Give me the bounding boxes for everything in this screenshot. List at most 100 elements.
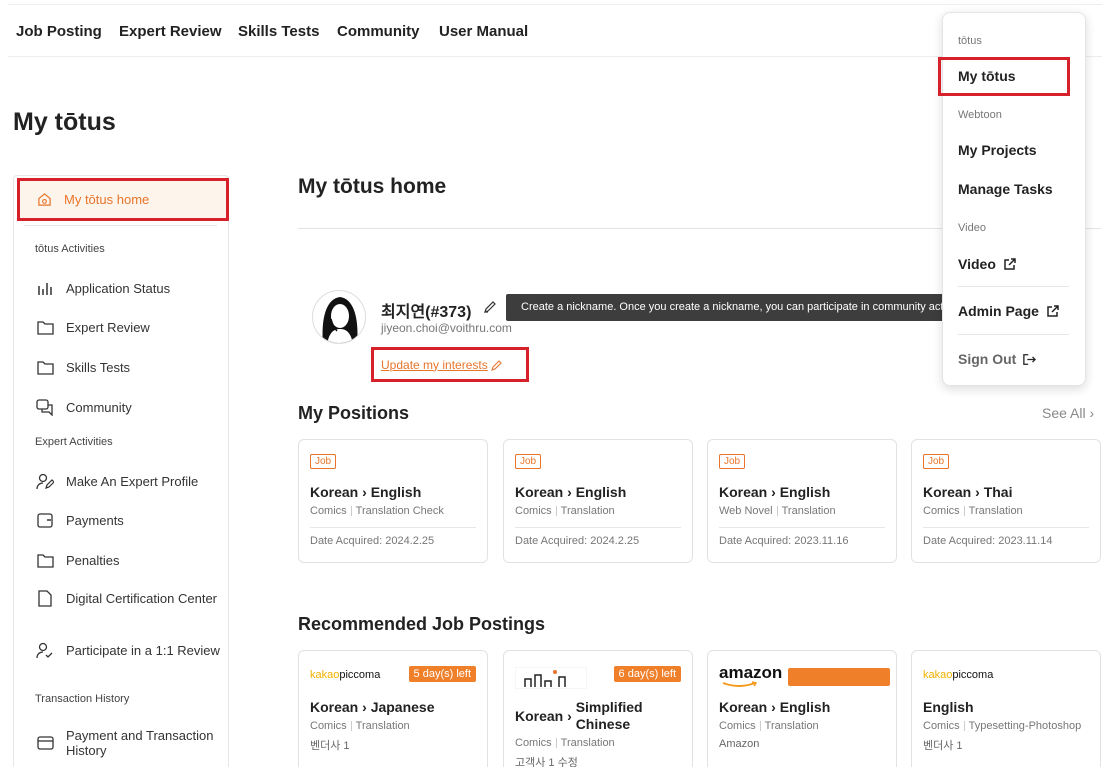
job-badge: Job xyxy=(923,454,950,469)
sidebar-section-transaction-history: Transaction History xyxy=(35,693,130,705)
menu-item-video-label: Video xyxy=(958,256,996,272)
user-name: 최지연(#373) xyxy=(381,304,472,321)
menu-item-video[interactable]: Video xyxy=(958,256,1016,272)
client-logo xyxy=(514,666,588,692)
sidebar-item-make-expert-profile[interactable]: Make An Expert Profile xyxy=(36,472,221,490)
position-meta: Comics Translation Check xyxy=(310,505,444,517)
main-title: My tōtus home xyxy=(298,175,447,198)
dropdown-divider xyxy=(958,334,1069,335)
kakaopiccoma-logo: kakaopiccoma xyxy=(923,669,994,681)
sidebar: My tōtus home tōtus Activities Applicati… xyxy=(13,175,229,767)
job-posting-card[interactable]: 6 day(s) left Korean › Simplified Chines… xyxy=(503,650,693,767)
nav-expert-review[interactable]: Expert Review xyxy=(119,23,222,40)
user-edit-icon xyxy=(36,472,54,490)
sidebar-item-label: Digital Certification Center xyxy=(66,590,218,606)
see-all-link[interactable]: See All › xyxy=(1042,405,1094,421)
sidebar-item-payment-history[interactable]: Payment and Transaction History xyxy=(36,728,221,758)
language-pair: Korean › Japanese xyxy=(310,699,435,715)
days-left-badge: 5 day(s) left xyxy=(408,666,476,682)
date-acquired: Date Acquired: 2024.2.25 xyxy=(310,535,435,547)
position-meta: Comics Translation xyxy=(515,505,615,517)
position-card[interactable]: Job Korean › English Comics Translation C… xyxy=(298,439,488,563)
menu-item-manage-tasks[interactable]: Manage Tasks xyxy=(958,181,1053,197)
sidebar-item-one-on-one-review[interactable]: Participate in a 1:1 Review xyxy=(36,641,221,659)
kakaopiccoma-logo: kakaopiccoma xyxy=(310,669,381,681)
menu-item-admin-label: Admin Page xyxy=(958,303,1039,319)
client-name: 벤더사 1 xyxy=(923,740,963,752)
top-navigation: Job Posting Expert Review Skills Tests C… xyxy=(8,4,1102,57)
pencil-icon[interactable] xyxy=(483,300,497,314)
sidebar-home-label: My tōtus home xyxy=(64,192,150,207)
chevron-right-icon: › xyxy=(567,484,572,500)
dropdown-section-video: Video xyxy=(958,222,986,234)
position-card[interactable]: Job Korean › English Comics Translation D… xyxy=(503,439,693,563)
date-acquired: Date Acquired: 2023.11.16 xyxy=(719,535,849,547)
chevron-right-icon: › xyxy=(975,484,980,500)
language-pair: Korean › English xyxy=(515,484,627,500)
language-pair: Korean › Thai xyxy=(923,484,1013,500)
sign-out-icon xyxy=(1023,353,1037,366)
wallet-icon xyxy=(36,511,54,529)
sidebar-item-payments[interactable]: Payments xyxy=(36,511,221,529)
menu-item-my-totus[interactable]: My tōtus xyxy=(958,68,1016,84)
nav-community[interactable]: Community xyxy=(337,23,420,40)
client-name: 고객사 1 수정 xyxy=(515,757,578,767)
card-divider xyxy=(515,527,681,528)
position-meta: Comics Translation xyxy=(923,505,1023,517)
avatar[interactable] xyxy=(312,290,366,344)
sidebar-item-skills-tests[interactable]: Skills Tests xyxy=(36,358,221,376)
menu-item-sign-out[interactable]: Sign Out xyxy=(958,351,1037,367)
folder-icon xyxy=(36,358,54,376)
chevron-right-icon: › xyxy=(1089,405,1095,421)
user-check-icon xyxy=(36,641,54,659)
pencil-icon xyxy=(490,359,503,371)
posting-meta: Comics Typesetting-Photoshop xyxy=(923,720,1082,732)
sidebar-item-application-status[interactable]: Application Status xyxy=(36,279,221,297)
dropdown-section-totus: tōtus xyxy=(958,35,982,47)
external-link-icon xyxy=(1003,257,1016,271)
page-title: My tōtus xyxy=(13,108,116,136)
sidebar-item-home[interactable]: My tōtus home xyxy=(17,178,229,221)
user-email: jiyeon.choi@voithru.com xyxy=(381,321,512,335)
nav-user-manual[interactable]: User Manual xyxy=(439,23,528,40)
job-posting-card[interactable]: kakaopiccoma English Comics Typesetting-P… xyxy=(911,650,1101,767)
chevron-right-icon: › xyxy=(771,699,776,715)
card-divider xyxy=(719,527,885,528)
days-left-badge: 6 day(s) left xyxy=(613,666,681,682)
sidebar-item-label: Community xyxy=(66,399,132,415)
chevron-right-icon: › xyxy=(362,484,367,500)
folder-icon xyxy=(36,318,54,336)
card-icon xyxy=(36,734,54,752)
menu-item-my-projects[interactable]: My Projects xyxy=(958,142,1037,158)
sidebar-section-totus-activities: tōtus Activities xyxy=(35,243,105,255)
days-left-badge xyxy=(788,668,890,686)
nav-skills-tests[interactable]: Skills Tests xyxy=(238,23,319,40)
menu-item-admin-page[interactable]: Admin Page xyxy=(958,303,1059,319)
folder-icon xyxy=(36,551,54,569)
update-interests-label: Update my interests xyxy=(381,357,488,372)
sidebar-item-penalties[interactable]: Penalties xyxy=(36,551,221,569)
date-acquired: Date Acquired: 2023.11.14 xyxy=(923,535,1053,547)
sidebar-item-label: Payment and Transaction History xyxy=(66,728,214,758)
sidebar-item-expert-review[interactable]: Expert Review xyxy=(36,318,221,336)
sidebar-item-digital-certification[interactable]: Digital Certification Center xyxy=(36,589,221,607)
job-badge: Job xyxy=(719,454,746,469)
card-divider xyxy=(310,527,476,528)
job-badge: Job xyxy=(515,454,542,469)
sidebar-item-label: Participate in a 1:1 Review xyxy=(66,642,220,658)
sidebar-item-label: Payments xyxy=(66,512,124,528)
language-pair: Korean › Simplified Chinese xyxy=(515,699,643,732)
date-acquired: Date Acquired: 2024.2.25 xyxy=(515,535,640,547)
position-card[interactable]: Job Korean › English Web Novel Translatio… xyxy=(707,439,897,563)
amazon-logo: amazon xyxy=(719,663,782,687)
document-icon xyxy=(36,589,54,607)
update-interests-link[interactable]: Update my interests xyxy=(371,347,529,382)
position-meta: Web Novel Translation xyxy=(719,505,836,517)
position-card[interactable]: Job Korean › Thai Comics Translation Date… xyxy=(911,439,1101,563)
job-posting-card[interactable]: amazon Korean › English Comics Translatio… xyxy=(707,650,897,767)
card-divider xyxy=(923,527,1089,528)
sidebar-item-community[interactable]: Community xyxy=(36,398,221,416)
nav-job-posting[interactable]: Job Posting xyxy=(16,23,102,40)
sidebar-item-label: Application Status xyxy=(66,280,171,296)
job-posting-card[interactable]: kakaopiccoma 5 day(s) left Korean › Japa… xyxy=(298,650,488,767)
